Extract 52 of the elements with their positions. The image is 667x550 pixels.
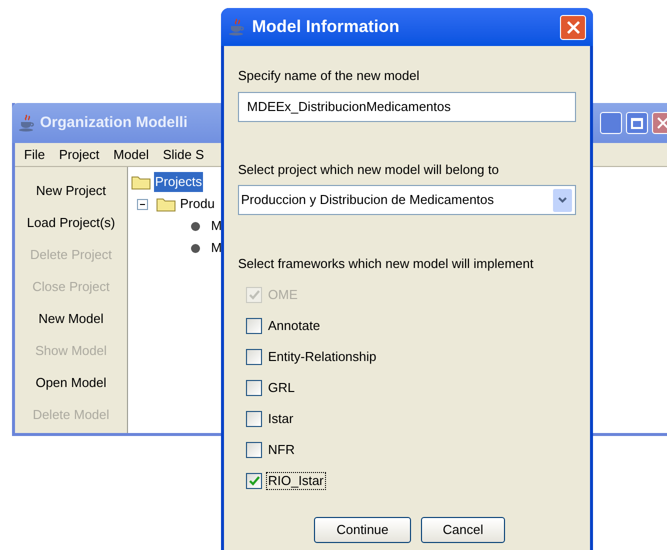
action-button[interactable]: Open Model	[15, 367, 127, 399]
dialog-title: Model Information	[252, 16, 400, 38]
dialog-button[interactable]: Cancel	[421, 516, 505, 542]
tree-item[interactable]: M	[210, 238, 223, 258]
maximize-icon	[631, 118, 643, 128]
leaf-bullet-icon	[191, 222, 200, 230]
checkbox[interactable]	[246, 349, 262, 365]
tree-item[interactable]: Projects	[154, 172, 203, 192]
maximize-button[interactable]	[626, 112, 648, 134]
checkbox-label: RIO_Istar	[267, 473, 325, 489]
action-button[interactable]: New Model	[15, 303, 127, 335]
java-cup-icon	[228, 18, 246, 36]
chevron-down-icon	[558, 197, 567, 203]
model-name-field[interactable]: MDEEx_DistribucionMedicamentos	[238, 92, 576, 122]
close-button[interactable]	[560, 14, 586, 40]
java-cup-icon	[18, 114, 36, 132]
menu-item[interactable]: Slide S	[162, 144, 204, 164]
folder-icon	[131, 174, 151, 190]
checkbox-label: NFR	[267, 442, 296, 458]
dropdown-value: Produccion y Distribucion de Medicamentos	[241, 191, 494, 210]
minimize-button[interactable]	[600, 112, 622, 134]
tree-item[interactable]: M	[210, 216, 223, 236]
checkbox[interactable]	[246, 473, 262, 489]
checkbox[interactable]	[246, 442, 262, 458]
dropdown-arrow-button[interactable]	[553, 188, 572, 212]
field-label: Specify name of the new model	[238, 67, 420, 85]
dialog-button[interactable]: Continue	[314, 516, 411, 542]
checkbox-label: OME	[267, 287, 299, 303]
close-icon	[657, 117, 667, 129]
field-label: Select project which new model will belong to	[238, 160, 500, 179]
checkbox[interactable]	[246, 318, 262, 334]
checkmark-icon	[248, 476, 260, 486]
project-dropdown[interactable]: Produccion y Distribucion de Medicamentos	[238, 185, 576, 215]
checkbox[interactable]	[246, 411, 262, 427]
checkbox[interactable]	[246, 380, 262, 396]
checkmark-icon	[248, 290, 260, 300]
action-button[interactable]: Load Project(s)	[15, 207, 127, 239]
menu-item[interactable]: Project	[58, 144, 100, 164]
menu-item[interactable]: Model	[113, 144, 149, 164]
collapse-toggle-icon[interactable]	[137, 198, 148, 210]
window-title: Organization Modelli	[40, 112, 188, 133]
folder-icon	[156, 196, 176, 212]
menu-item[interactable]: File	[24, 144, 45, 164]
checkbox-label: GRL	[267, 380, 296, 396]
checkbox-label: Annotate	[267, 318, 322, 334]
checkbox-label: Istar	[267, 411, 294, 427]
close-icon	[566, 20, 580, 34]
action-button[interactable]: New Project	[15, 175, 127, 207]
leaf-bullet-icon	[191, 244, 200, 252]
tree-item[interactable]: Produ	[179, 194, 216, 214]
checkbox-label: Entity-Relationship	[267, 349, 378, 365]
field-label: Select frameworks which new model will implement	[238, 255, 534, 273]
